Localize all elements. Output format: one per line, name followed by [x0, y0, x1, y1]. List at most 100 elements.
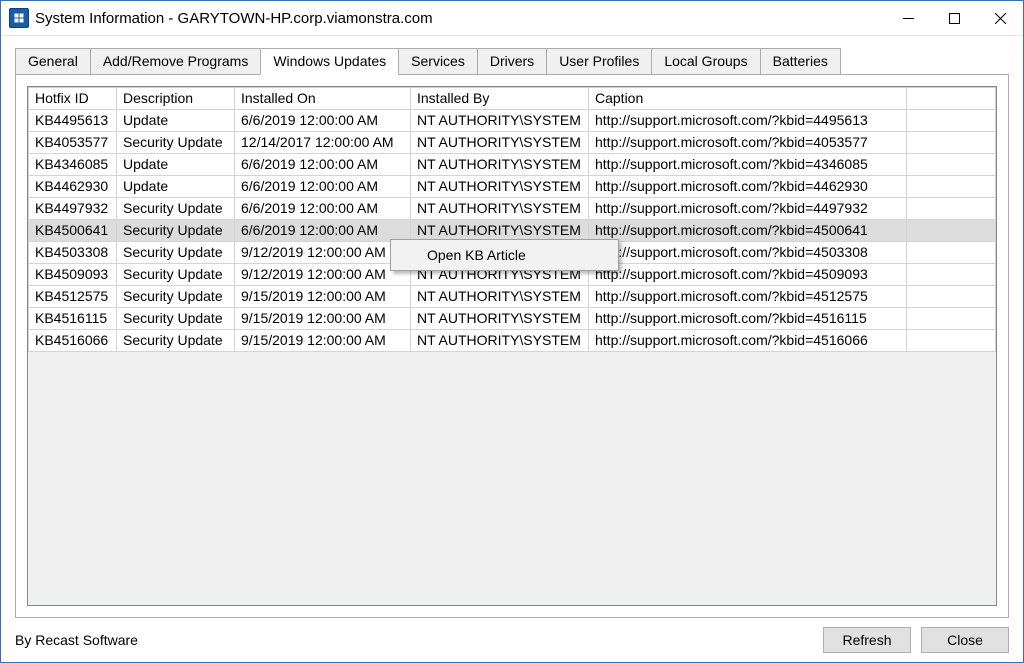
cell-installed_by: NT AUTHORITY\SYSTEM — [411, 176, 589, 198]
col-installed-on[interactable]: Installed On — [235, 88, 411, 110]
cell-hotfix: KB4495613 — [29, 110, 117, 132]
cell-description: Update — [117, 176, 235, 198]
tab-add-remove-programs[interactable]: Add/Remove Programs — [90, 48, 262, 74]
cell-installed_on: 9/15/2019 12:00:00 AM — [235, 330, 411, 352]
cell-caption: http://support.microsoft.com/?kbid=44979… — [589, 198, 907, 220]
cell-description: Security Update — [117, 286, 235, 308]
cell-description: Security Update — [117, 132, 235, 154]
close-dialog-button[interactable]: Close — [921, 627, 1009, 653]
maximize-button[interactable] — [931, 1, 977, 35]
table-row[interactable]: KB4516066Security Update9/15/2019 12:00:… — [29, 330, 996, 352]
updates-grid[interactable]: Hotfix ID Description Installed On Insta… — [27, 86, 997, 606]
cell-extra — [907, 198, 996, 220]
cell-hotfix: KB4053577 — [29, 132, 117, 154]
tab-services[interactable]: Services — [398, 48, 478, 74]
cell-caption: http://support.microsoft.com/?kbid=45090… — [589, 264, 907, 286]
cell-installed_by: NT AUTHORITY\SYSTEM — [411, 198, 589, 220]
cell-installed_on: 9/12/2019 12:00:00 AM — [235, 264, 411, 286]
cell-installed_on: 6/6/2019 12:00:00 AM — [235, 176, 411, 198]
cell-description: Update — [117, 110, 235, 132]
cell-hotfix: KB4346085 — [29, 154, 117, 176]
titlebar: System Information - GARYTOWN-HP.corp.vi… — [1, 1, 1023, 36]
col-description[interactable]: Description — [117, 88, 235, 110]
cell-installed_on: 9/15/2019 12:00:00 AM — [235, 308, 411, 330]
cell-caption: http://support.microsoft.com/?kbid=45160… — [589, 330, 907, 352]
tab-user-profiles[interactable]: User Profiles — [546, 48, 652, 74]
tab-windows-updates[interactable]: Windows Updates — [260, 48, 399, 75]
cell-installed_by: NT AUTHORITY\SYSTEM — [411, 308, 589, 330]
cell-caption: http://support.microsoft.com/?kbid=44629… — [589, 176, 907, 198]
cell-description: Security Update — [117, 220, 235, 242]
cell-caption: http://support.microsoft.com/?kbid=45006… — [589, 220, 907, 242]
table-row[interactable]: KB4512575Security Update9/15/2019 12:00:… — [29, 286, 996, 308]
table-row[interactable]: KB4462930Update6/6/2019 12:00:00 AMNT AU… — [29, 176, 996, 198]
cell-description: Security Update — [117, 198, 235, 220]
cell-extra — [907, 308, 996, 330]
cell-extra — [907, 110, 996, 132]
context-menu: Open KB Article — [390, 239, 619, 271]
cell-extra — [907, 286, 996, 308]
tab-drivers[interactable]: Drivers — [477, 48, 547, 74]
cell-hotfix: KB4462930 — [29, 176, 117, 198]
cell-installed_by: NT AUTHORITY\SYSTEM — [411, 132, 589, 154]
cell-hotfix: KB4509093 — [29, 264, 117, 286]
cell-description: Update — [117, 154, 235, 176]
cell-installed_on: 6/6/2019 12:00:00 AM — [235, 198, 411, 220]
cell-description: Security Update — [117, 242, 235, 264]
table-row[interactable]: KB4516115Security Update9/15/2019 12:00:… — [29, 308, 996, 330]
col-caption[interactable]: Caption — [589, 88, 907, 110]
tab-general[interactable]: General — [15, 48, 91, 74]
cell-caption: http://support.microsoft.com/?kbid=43460… — [589, 154, 907, 176]
cell-extra — [907, 154, 996, 176]
col-hotfix-id[interactable]: Hotfix ID — [29, 88, 117, 110]
cell-installed_by: NT AUTHORITY\SYSTEM — [411, 286, 589, 308]
refresh-button[interactable]: Refresh — [823, 627, 911, 653]
cell-installed_on: 6/6/2019 12:00:00 AM — [235, 220, 411, 242]
cell-installed_by: NT AUTHORITY\SYSTEM — [411, 154, 589, 176]
cell-caption: http://support.microsoft.com/?kbid=44956… — [589, 110, 907, 132]
cell-extra — [907, 264, 996, 286]
app-icon — [9, 8, 29, 28]
cell-extra — [907, 132, 996, 154]
cell-extra — [907, 176, 996, 198]
table-row[interactable]: KB4497932Security Update6/6/2019 12:00:0… — [29, 198, 996, 220]
close-button[interactable] — [977, 1, 1023, 35]
cell-caption: http://support.microsoft.com/?kbid=45161… — [589, 308, 907, 330]
cell-extra — [907, 330, 996, 352]
table-row[interactable]: KB4346085Update6/6/2019 12:00:00 AMNT AU… — [29, 154, 996, 176]
cell-hotfix: KB4516066 — [29, 330, 117, 352]
cell-caption: http://support.microsoft.com/?kbid=40535… — [589, 132, 907, 154]
cell-description: Security Update — [117, 308, 235, 330]
tab-local-groups[interactable]: Local Groups — [651, 48, 760, 74]
brand-label: By Recast Software — [15, 632, 813, 648]
cell-installed_by: NT AUTHORITY\SYSTEM — [411, 110, 589, 132]
cell-hotfix: KB4512575 — [29, 286, 117, 308]
cell-hotfix: KB4516115 — [29, 308, 117, 330]
tab-batteries[interactable]: Batteries — [760, 48, 841, 74]
cell-installed_by: NT AUTHORITY\SYSTEM — [411, 330, 589, 352]
col-extra[interactable] — [907, 88, 996, 110]
cell-hotfix: KB4503308 — [29, 242, 117, 264]
cell-hotfix: KB4500641 — [29, 220, 117, 242]
footer: By Recast Software Refresh Close — [1, 618, 1023, 662]
menu-item-open-kb-article[interactable]: Open KB Article — [393, 242, 616, 268]
cell-installed_on: 6/6/2019 12:00:00 AM — [235, 154, 411, 176]
tabpage-windows-updates: Hotfix ID Description Installed On Insta… — [15, 74, 1009, 618]
window-title: System Information - GARYTOWN-HP.corp.vi… — [35, 10, 885, 27]
cell-caption: http://support.microsoft.com/?kbid=45033… — [589, 242, 907, 264]
cell-installed_on: 9/12/2019 12:00:00 AM — [235, 242, 411, 264]
table-header-row: Hotfix ID Description Installed On Insta… — [29, 88, 996, 110]
updates-table: Hotfix ID Description Installed On Insta… — [28, 87, 996, 352]
col-installed-by[interactable]: Installed By — [411, 88, 589, 110]
cell-description: Security Update — [117, 330, 235, 352]
cell-description: Security Update — [117, 264, 235, 286]
table-row[interactable]: KB4495613Update6/6/2019 12:00:00 AMNT AU… — [29, 110, 996, 132]
cell-installed_on: 6/6/2019 12:00:00 AM — [235, 110, 411, 132]
cell-extra — [907, 220, 996, 242]
table-row[interactable]: KB4053577Security Update12/14/2017 12:00… — [29, 132, 996, 154]
client-area: GeneralAdd/Remove ProgramsWindows Update… — [1, 36, 1023, 618]
cell-hotfix: KB4497932 — [29, 198, 117, 220]
minimize-button[interactable] — [885, 1, 931, 35]
cell-installed_on: 9/15/2019 12:00:00 AM — [235, 286, 411, 308]
cell-caption: http://support.microsoft.com/?kbid=45125… — [589, 286, 907, 308]
